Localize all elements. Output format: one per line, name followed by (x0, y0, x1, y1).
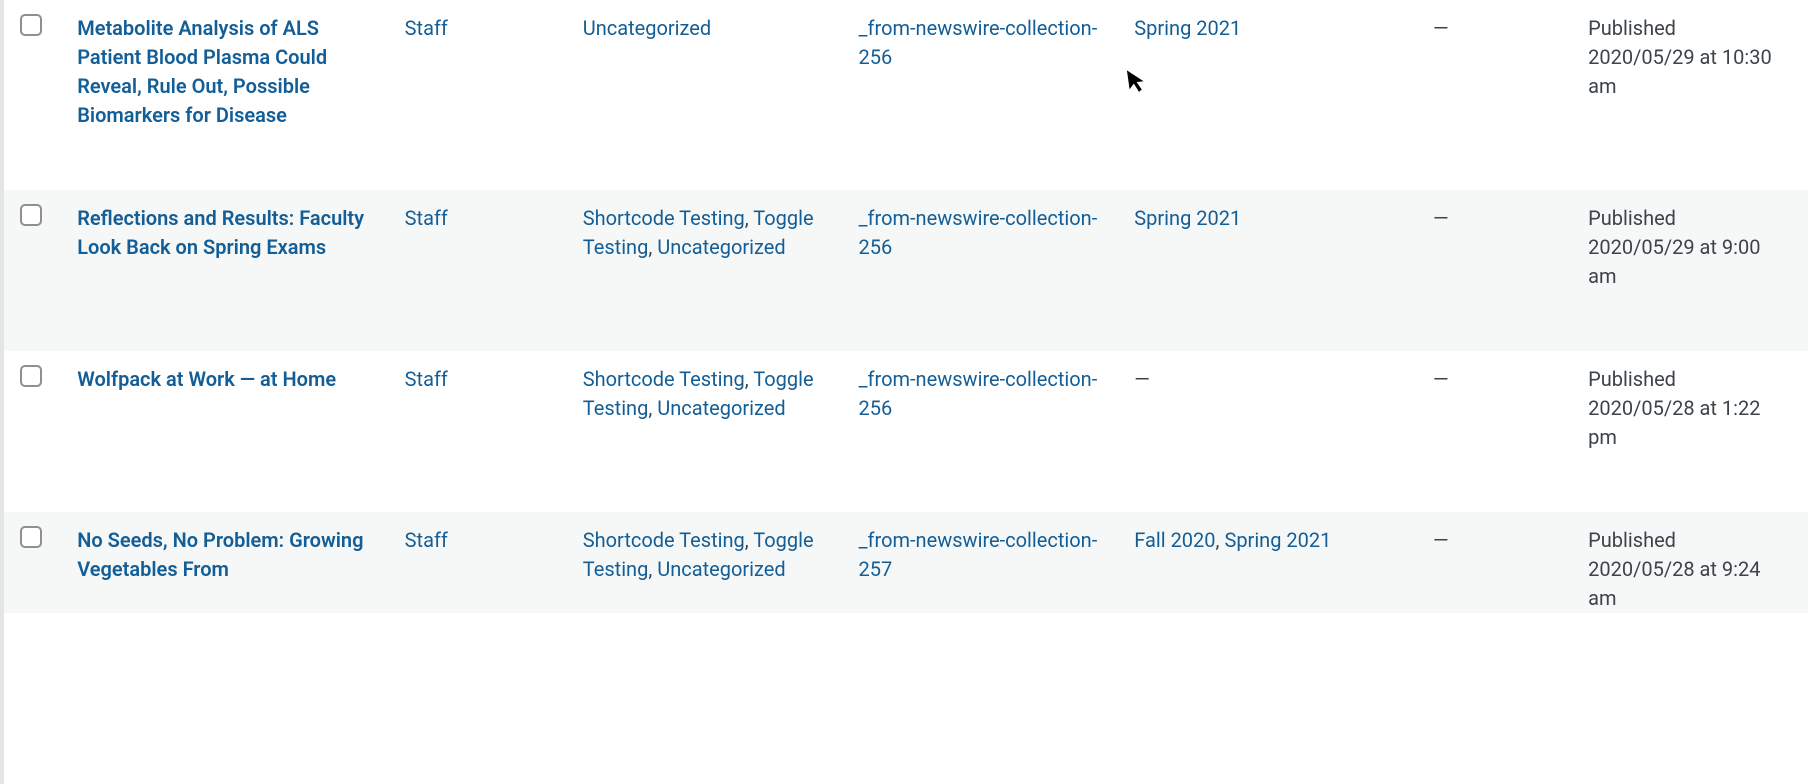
row-checkbox[interactable] (20, 14, 42, 36)
author-link[interactable]: Staff (405, 367, 448, 391)
post-title-link[interactable]: Metabolite Analysis of ALS Patient Blood… (77, 16, 327, 127)
post-title-link[interactable]: No Seeds, No Problem: Growing Vegetables… (77, 528, 363, 581)
issue-empty: — (1134, 367, 1150, 391)
category-link[interactable]: Uncategorized (657, 396, 785, 420)
tag-link[interactable]: _from-newswire-collection-257 (859, 528, 1098, 581)
tag-link[interactable]: _from-newswire-collection-256 (859, 16, 1098, 69)
author-link[interactable]: Staff (405, 528, 448, 552)
issue-link[interactable]: Spring 2021 (1134, 16, 1241, 40)
category-link[interactable]: Shortcode Testing (583, 528, 745, 552)
post-title-link[interactable]: Reflections and Results: Faculty Look Ba… (77, 206, 364, 259)
issue-link[interactable]: Spring 2021 (1134, 206, 1241, 230)
publish-date: 2020/05/29 at 10:30 am (1588, 43, 1788, 101)
publish-date: 2020/05/28 at 9:24 am (1588, 555, 1788, 613)
row-checkbox[interactable] (20, 365, 42, 387)
category-link[interactable]: Uncategorized (657, 557, 785, 581)
posts-table: Metabolite Analysis of ALS Patient Blood… (4, 0, 1808, 613)
publish-status: Published (1588, 365, 1788, 394)
row-checkbox[interactable] (20, 526, 42, 548)
issue-link[interactable]: Fall 2020 (1134, 528, 1215, 552)
category-link[interactable]: Uncategorized (657, 235, 785, 259)
category-link[interactable]: Shortcode Testing (583, 206, 745, 230)
comments-count: — (1433, 16, 1449, 40)
comments-count: — (1433, 206, 1449, 230)
publish-status: Published (1588, 14, 1788, 43)
table-row: Metabolite Analysis of ALS Patient Blood… (4, 0, 1808, 190)
publish-status: Published (1588, 526, 1788, 555)
table-row: Reflections and Results: Faculty Look Ba… (4, 190, 1808, 351)
issue-link[interactable]: Spring 2021 (1224, 528, 1331, 552)
comments-count: — (1433, 367, 1449, 391)
publish-status: Published (1588, 204, 1788, 233)
table-row: No Seeds, No Problem: Growing Vegetables… (4, 512, 1808, 613)
category-link[interactable]: Uncategorized (583, 16, 711, 40)
comments-count: — (1433, 528, 1449, 552)
tag-link[interactable]: _from-newswire-collection-256 (859, 206, 1098, 259)
publish-date: 2020/05/28 at 1:22 pm (1588, 394, 1788, 452)
author-link[interactable]: Staff (405, 16, 448, 40)
post-title-link[interactable]: Wolfpack at Work — at Home (77, 367, 336, 391)
publish-date: 2020/05/29 at 9:00 am (1588, 233, 1788, 291)
category-link[interactable]: Shortcode Testing (583, 367, 745, 391)
tag-link[interactable]: _from-newswire-collection-256 (859, 367, 1098, 420)
row-checkbox[interactable] (20, 204, 42, 226)
table-row: Wolfpack at Work — at Home Staff Shortcode… (4, 351, 1808, 512)
author-link[interactable]: Staff (405, 206, 448, 230)
